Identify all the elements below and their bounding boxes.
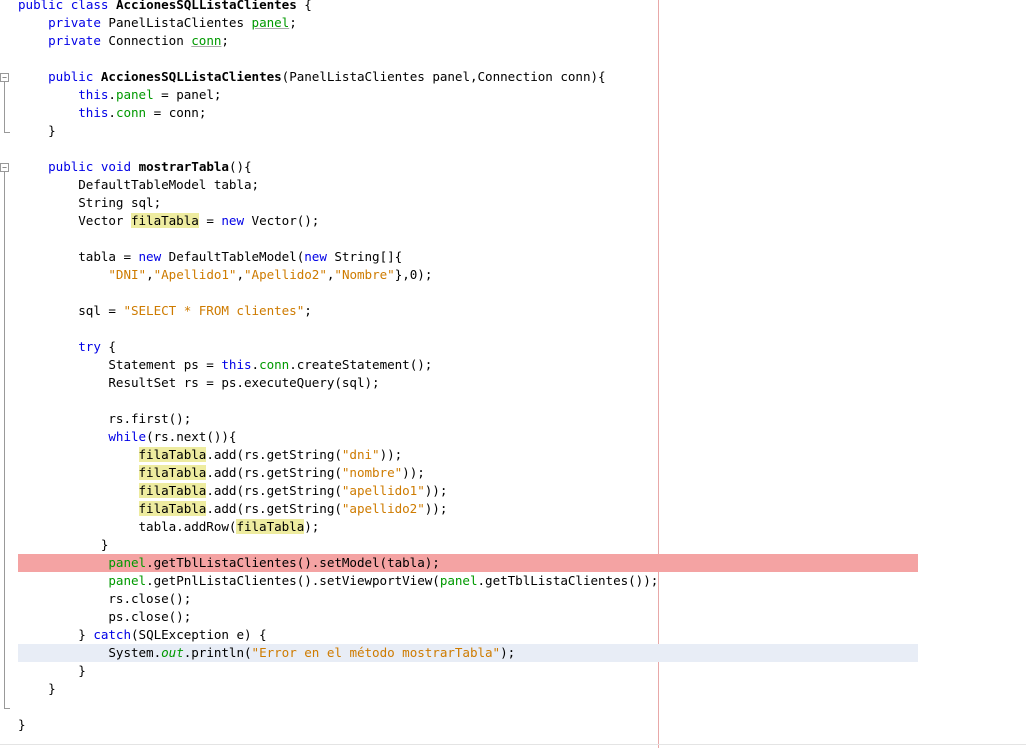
fold-end-marker bbox=[4, 708, 10, 709]
code-line-text: String sql; bbox=[18, 195, 162, 210]
code-line-text: } catch(SQLException e) { bbox=[18, 627, 267, 642]
fold-end-marker bbox=[4, 132, 10, 133]
code-line-text: Vector filaTabla = new Vector(); bbox=[18, 213, 320, 228]
fold-guide-line bbox=[4, 172, 5, 708]
code-line-text: Statement ps = this.conn.createStatement… bbox=[18, 357, 433, 372]
fold-toggle-icon[interactable]: − bbox=[0, 163, 9, 172]
code-line-text: private PanelListaClientes panel; bbox=[48, 15, 297, 30]
code-line-text: public AccionesSQLListaClientes(PanelLis… bbox=[48, 69, 606, 84]
code-line-text: DefaultTableModel tabla; bbox=[18, 177, 260, 192]
code-line-text: rs.close(); bbox=[18, 591, 192, 606]
code-line-text: filaTabla.add(rs.getString("apellido2"))… bbox=[138, 501, 448, 516]
code-line-text: ps.close(); bbox=[18, 609, 192, 624]
code-line-text: } bbox=[18, 663, 86, 678]
code-line-text: tabla = new DefaultTableModel(new String… bbox=[18, 249, 403, 264]
code-line-text: System.out.println("Error en el método m… bbox=[18, 645, 516, 660]
code-line-text: filaTabla.add(rs.getString("apellido1"))… bbox=[138, 483, 448, 498]
code-line-text: try { bbox=[78, 339, 116, 354]
code-line-text: while(rs.next()){ bbox=[108, 429, 237, 444]
code-line-text: panel.getPnlListaClientes().setViewportV… bbox=[108, 573, 659, 588]
code-line-text: "DNI","Apellido1","Apellido2","Nombre"},… bbox=[108, 267, 433, 282]
code-line-text: } bbox=[18, 681, 56, 696]
fold-guide-line bbox=[4, 82, 5, 132]
code-line-text: this.conn = conn; bbox=[78, 105, 207, 120]
fold-toggle-icon[interactable]: − bbox=[0, 73, 9, 82]
code-line-text: this.panel = panel; bbox=[78, 87, 222, 102]
code-line-text: public void mostrarTabla(){ bbox=[48, 159, 252, 174]
code-line-text: filaTabla.add(rs.getString("nombre")); bbox=[138, 465, 425, 480]
code-line-text: filaTabla.add(rs.getString("dni")); bbox=[138, 447, 403, 462]
code-line-text: private Connection conn; bbox=[48, 33, 229, 48]
editor-bottom-border bbox=[0, 744, 1026, 745]
code-line-text: } bbox=[18, 537, 109, 552]
code-line-text: panel.getTblListaClientes().setModel(tab… bbox=[108, 555, 440, 570]
right-margin-guide bbox=[658, 0, 659, 748]
code-line-text: tabla.addRow(filaTabla); bbox=[18, 519, 320, 534]
code-line-text: sql = "SELECT * FROM clientes"; bbox=[18, 303, 312, 318]
code-line-text: } bbox=[18, 123, 56, 138]
code-line-text: } bbox=[18, 717, 26, 732]
code-line-text: rs.first(); bbox=[18, 411, 192, 426]
code-editor[interactable]: public class AccionesSQLListaClientes { … bbox=[0, 0, 1026, 748]
code-line-text: ResultSet rs = ps.executeQuery(sql); bbox=[18, 375, 380, 390]
code-line-text: public class AccionesSQLListaClientes { bbox=[18, 0, 312, 12]
